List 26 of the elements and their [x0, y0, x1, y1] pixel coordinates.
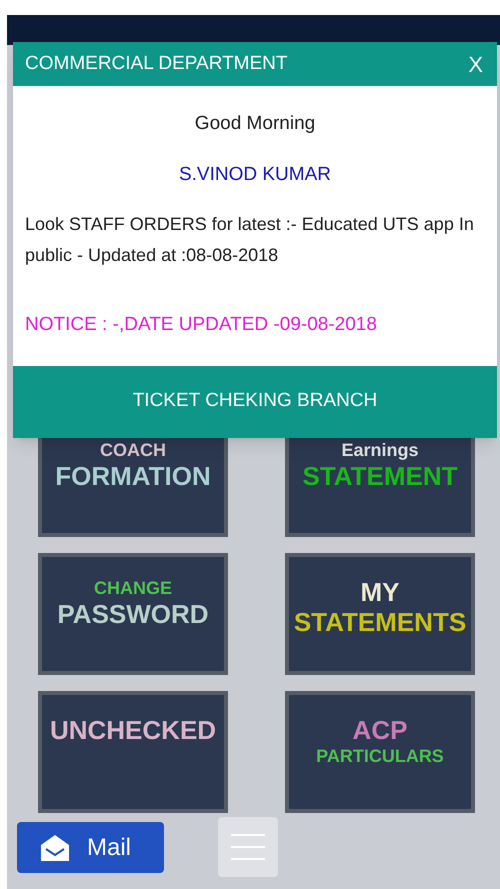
- tile-label: UNCHECKED: [50, 717, 216, 743]
- tile-label: FORMATION: [55, 463, 211, 489]
- tile-label: STATEMENTS: [294, 609, 466, 635]
- tile-label: MY: [360, 579, 400, 605]
- menu-icon: [231, 833, 265, 861]
- tile-label: PARTICULARS: [316, 747, 444, 765]
- tile-label: STATEMENT: [302, 463, 458, 489]
- dialog-title: COMMERCIAL DEPARTMENT: [25, 52, 288, 76]
- greeting-text: Good Morning: [194, 112, 316, 136]
- envelope-icon: [39, 832, 71, 862]
- tile-label: COACH: [100, 441, 166, 459]
- user-name: S.VINOD KUMAR: [178, 162, 332, 186]
- notice-text: NOTICE : -,DATE UPDATED -09-08-2018: [25, 313, 378, 337]
- menu-tile[interactable]: CHANGE PASSWORD: [38, 553, 228, 675]
- tile-label: CHANGE: [94, 579, 172, 597]
- message-text: Look STAFF ORDERS for latest :- Educated UTS app In public - Updated at :08-08-2018: [25, 213, 475, 267]
- menu-floating-button[interactable]: [218, 817, 278, 877]
- menu-tile[interactable]: ACP PARTICULARS: [285, 691, 475, 813]
- branch-button[interactable]: TICKET CHEKING BRANCH: [13, 366, 497, 438]
- close-button[interactable]: X: [464, 48, 487, 80]
- tile-label: Earnings: [341, 441, 419, 459]
- tile-label: PASSWORD: [57, 601, 209, 627]
- menu-tile[interactable]: UNCHECKED: [38, 691, 228, 813]
- tile-label: ACP: [352, 717, 408, 743]
- mail-floating-button[interactable]: Mail: [17, 822, 164, 873]
- menu-tile[interactable]: MY STATEMENTS: [285, 553, 475, 675]
